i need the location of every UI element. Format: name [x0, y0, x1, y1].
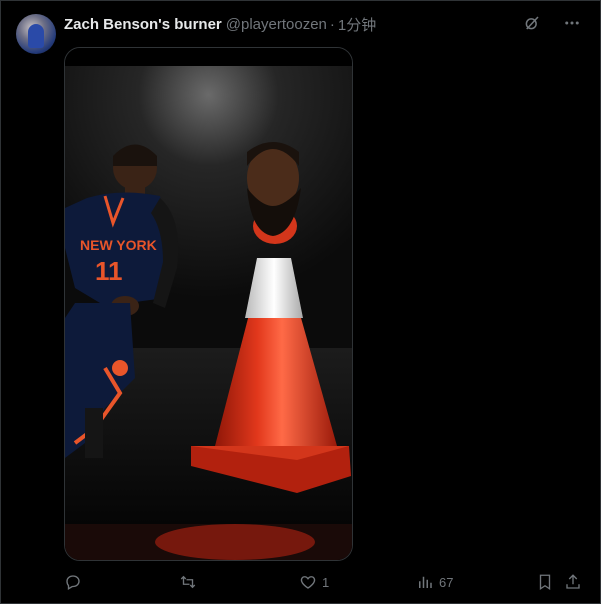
views-button[interactable]: 67	[416, 573, 453, 591]
like-count: 1	[322, 574, 330, 590]
bookmark-button[interactable]	[536, 573, 554, 591]
media-image[interactable]: NEW YORK 11	[64, 47, 353, 561]
more-icon[interactable]	[562, 13, 582, 33]
tweet-header: Zach Benson's burner @playertoozen · 1分钟	[64, 14, 376, 34]
bookmark-icon	[539, 574, 551, 591]
share-button[interactable]	[564, 573, 582, 591]
avatar[interactable]	[16, 14, 56, 54]
handle[interactable]: @playertoozen	[226, 16, 327, 33]
retweet-button[interactable]	[179, 573, 202, 591]
timestamp[interactable]: 1分钟	[338, 14, 376, 35]
header-actions	[522, 13, 582, 33]
reply-button[interactable]	[64, 573, 87, 591]
jersey-text: NEW YORK	[80, 237, 157, 253]
view-count: 67	[439, 574, 454, 590]
like-icon	[300, 576, 316, 589]
tweet-actions: 1 67	[64, 571, 582, 593]
views-icon	[419, 576, 432, 588]
tweet-card[interactable]: Zach Benson's burner @playertoozen · 1分钟	[0, 0, 601, 604]
retweet-icon	[180, 575, 196, 589]
display-name[interactable]: Zach Benson's burner	[64, 16, 222, 33]
grok-icon[interactable]	[522, 13, 542, 33]
jersey-number: 11	[95, 256, 123, 286]
share-icon	[566, 574, 580, 589]
reply-icon	[66, 575, 80, 590]
like-button[interactable]: 1	[299, 573, 329, 591]
separator-dot: ·	[329, 15, 335, 33]
